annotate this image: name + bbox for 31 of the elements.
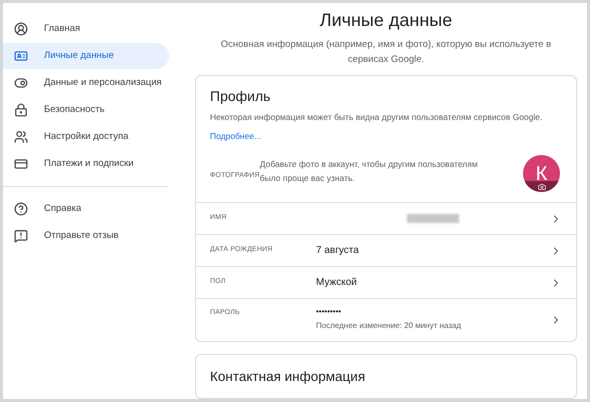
sidebar-item[interactable]: Справка [3, 196, 169, 222]
avatar-letter: К [536, 164, 548, 184]
card-description: Некоторая информация может быть видна другим пользователям сервисов Google. [210, 111, 544, 123]
field-value: 7 августа [316, 244, 360, 258]
toggle-icon [14, 76, 28, 90]
lock-icon [14, 103, 28, 117]
field-value: Мужской [316, 276, 358, 290]
card-title: Контактная информация [210, 368, 366, 386]
people-icon [14, 130, 28, 144]
sidebar-item[interactable]: Главная [3, 16, 169, 42]
sidebar-item[interactable]: Данные и персонализация [3, 70, 169, 96]
photo-hint: Добавьте фото в аккаунт, чтобы другим пользователям было проще вас узнать. [260, 158, 479, 185]
id-card-icon [14, 49, 28, 63]
card-title: Профиль [210, 87, 272, 106]
password-note: Последнее изменение: 20 минут назад [316, 320, 462, 332]
password-value: ••••••••• [316, 308, 342, 316]
feedback-icon [14, 229, 28, 243]
sidebar-item[interactable]: Платежи и подписки [3, 151, 169, 177]
avatar[interactable]: К [523, 155, 560, 192]
camera-icon [538, 182, 546, 190]
blurred-name [407, 214, 459, 223]
sidebar-item[interactable]: Настройки доступа [3, 124, 169, 150]
sidebar-item[interactable]: Отправьте отзыв [3, 223, 169, 249]
more-link[interactable]: Подробнее... [210, 131, 262, 141]
sidebar-item[interactable]: Личные данные [3, 43, 169, 69]
sidebar-item[interactable]: Безопасность [3, 97, 169, 123]
page-subtitle: Основная информация (например, имя и фото), которую вы используете в сервисах Google. [220, 38, 552, 67]
page-title: Личные данные [320, 9, 452, 32]
account-circle-icon [14, 22, 28, 36]
help-icon [14, 202, 28, 216]
credit-card-icon [14, 157, 28, 171]
